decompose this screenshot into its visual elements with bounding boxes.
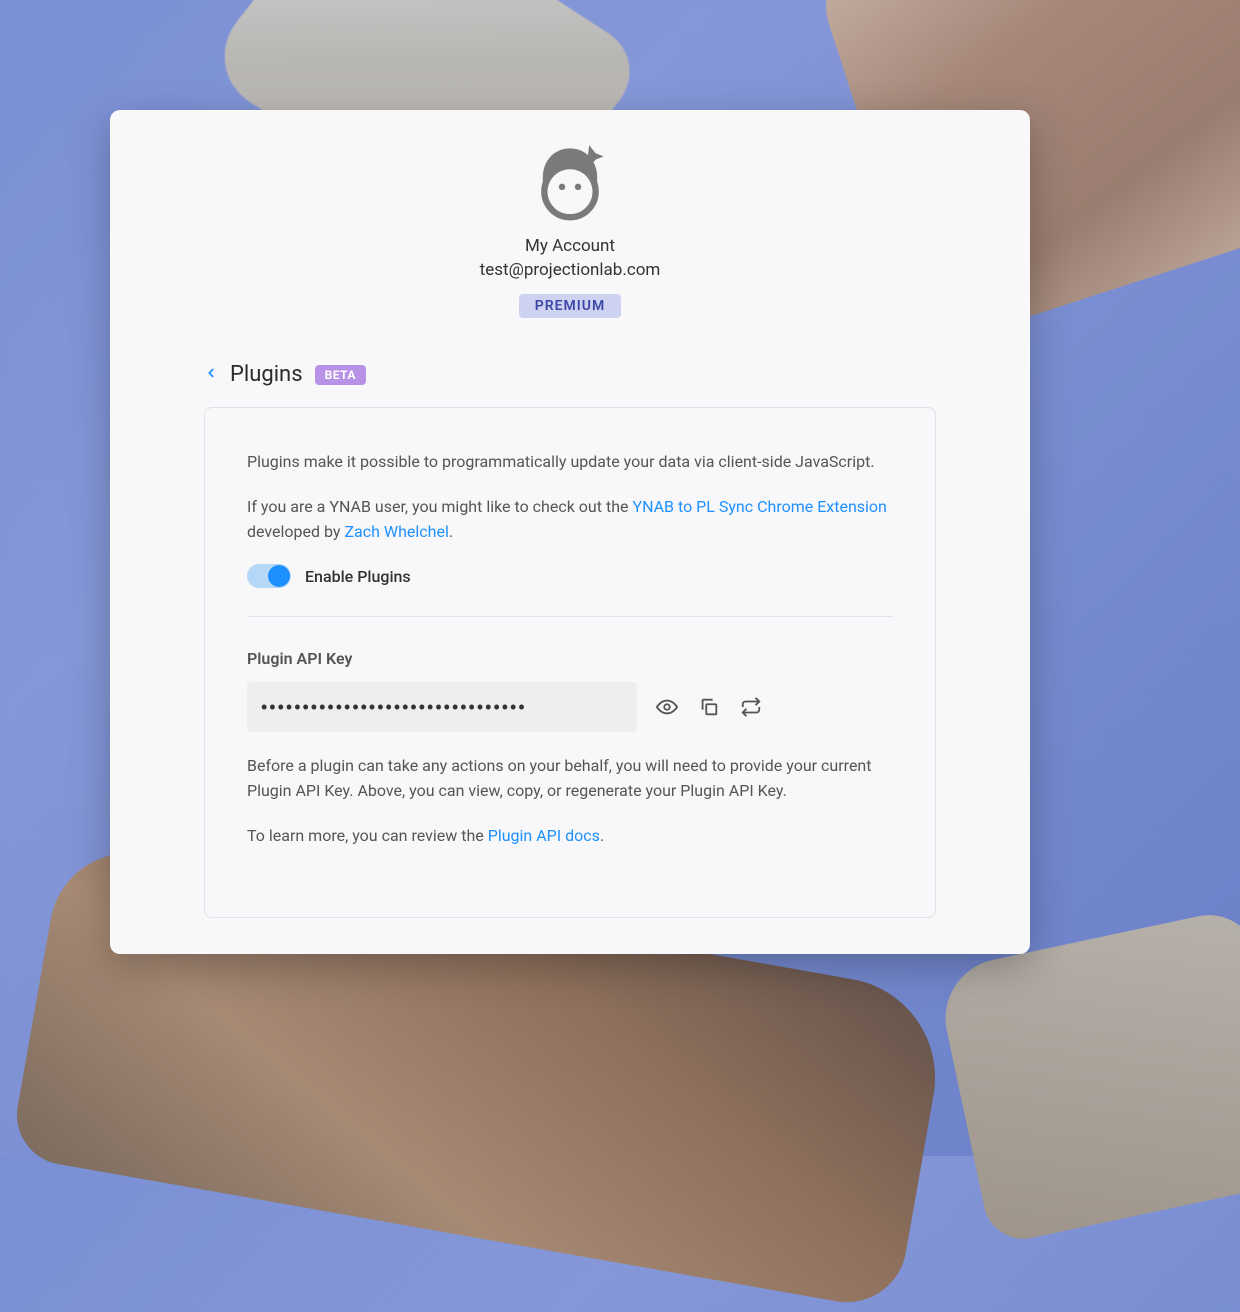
avatar-icon [530,142,610,222]
ynab-extension-link[interactable]: YNAB to PL Sync Chrome Extension [632,497,886,516]
docs-suffix: . [600,826,604,845]
enable-plugins-label: Enable Plugins [305,567,411,586]
account-header: My Account test@projectionlab.com PREMIU… [110,142,1030,342]
ynab-author-link[interactable]: Zach Whelchel [344,522,448,541]
plugins-panel: Plugins make it possible to programmatic… [204,407,936,918]
tier-badge: PREMIUM [519,294,622,318]
ynab-prefix: If you are a YNAB user, you might like t… [247,497,632,516]
ynab-suffix: . [449,522,453,541]
copy-icon[interactable] [697,695,721,719]
breadcrumb: Plugins BETA [110,342,1030,407]
docs-prefix: To learn more, you can review the [247,826,488,845]
toggle-knob [268,565,290,587]
api-key-row [247,682,893,732]
enable-plugins-row: Enable Plugins [247,564,893,588]
api-docs-text: To learn more, you can review the Plugin… [247,824,893,849]
divider [247,616,893,617]
chevron-left-icon[interactable] [204,365,218,384]
ynab-mid: developed by [247,522,344,541]
eye-icon[interactable] [655,695,679,719]
api-key-help: Before a plugin can take any actions on … [247,754,893,804]
intro-text: Plugins make it possible to programmatic… [247,450,893,475]
account-title: My Account [525,236,615,256]
plugin-api-docs-link[interactable]: Plugin API docs [488,826,600,845]
api-key-label: Plugin API Key [247,649,893,668]
enable-plugins-toggle[interactable] [247,564,291,588]
account-card: My Account test@projectionlab.com PREMIU… [110,110,1030,954]
account-email: test@projectionlab.com [480,260,661,280]
page-title: Plugins [230,362,303,387]
api-key-input[interactable] [247,682,637,732]
refresh-icon[interactable] [739,695,763,719]
ynab-text: If you are a YNAB user, you might like t… [247,495,893,545]
beta-badge: BETA [315,365,366,385]
